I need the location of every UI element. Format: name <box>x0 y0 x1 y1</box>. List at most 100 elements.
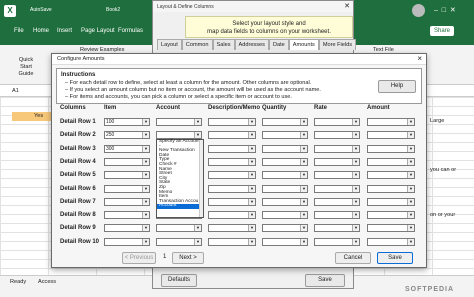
chevron-down-icon[interactable]: ▼ <box>142 238 149 245</box>
chevron-down-icon[interactable]: ▼ <box>248 145 255 152</box>
chevron-down-icon[interactable]: ▼ <box>142 172 149 179</box>
detail-row-7-quantity-combo[interactable]: ▼ <box>262 197 308 206</box>
chevron-down-icon[interactable]: ▼ <box>300 119 307 125</box>
detail-row-2-rate-combo[interactable]: ▼ <box>314 131 360 140</box>
chevron-down-icon[interactable]: ▼ <box>407 158 414 165</box>
detail-row-8-quantity-combo[interactable]: ▼ <box>262 211 308 220</box>
chevron-down-icon[interactable]: ▼ <box>407 225 414 232</box>
detail-row-6-amount-combo[interactable]: ▼ <box>367 184 415 193</box>
detail-row-5-quantity-combo[interactable]: ▼ <box>262 171 308 180</box>
chevron-down-icon[interactable]: ▼ <box>352 145 359 152</box>
chevron-down-icon[interactable]: ▼ <box>352 172 359 179</box>
detail-row-9-quantity-combo[interactable]: ▼ <box>262 224 308 233</box>
detail-row-3-rate-combo[interactable]: ▼ <box>314 144 360 153</box>
tab-more-fields[interactable]: More Fields <box>318 39 357 50</box>
tab-common[interactable]: Common <box>181 39 213 50</box>
close-icon[interactable]: × <box>417 54 422 63</box>
window-controls-icon[interactable]: – □ ✕ <box>434 6 456 14</box>
detail-row-10-rate-combo[interactable]: ▼ <box>314 237 360 246</box>
chevron-down-icon[interactable]: ▼ <box>300 198 307 205</box>
defaults-button[interactable]: Defaults <box>161 274 197 287</box>
chevron-down-icon[interactable]: ▼ <box>248 238 255 245</box>
tab-addresses[interactable]: Addresses <box>234 39 269 50</box>
chevron-down-icon[interactable]: ▼ <box>352 158 359 165</box>
chevron-down-icon[interactable]: ▼ <box>248 132 255 139</box>
detail-row-1-rate-combo[interactable]: ▼ <box>314 118 360 126</box>
detail-row-5-description-memo-combo[interactable]: ▼ <box>208 171 256 180</box>
chevron-down-icon[interactable]: ▼ <box>407 172 414 179</box>
detail-row-3-item-combo[interactable]: 300 ▼ <box>104 144 150 153</box>
chevron-down-icon[interactable]: ▼ <box>248 158 255 165</box>
help-button[interactable]: Help <box>378 80 416 93</box>
detail-row-8-description-memo-combo[interactable]: ▼ <box>208 211 256 220</box>
dropdown-option[interactable]: Specify an Account <box>157 139 203 145</box>
detail-row-2-amount-combo[interactable]: ▼ <box>367 131 415 140</box>
share-button[interactable]: Share <box>430 26 455 36</box>
save-button[interactable]: Save <box>377 252 413 264</box>
chevron-down-icon[interactable]: ▼ <box>142 158 149 165</box>
detail-row-1-item-combo[interactable]: 100 ▼ <box>104 118 150 126</box>
detail-row-3-quantity-combo[interactable]: ▼ <box>262 144 308 153</box>
chevron-down-icon[interactable]: ▼ <box>300 225 307 232</box>
chevron-down-icon[interactable]: ▼ <box>142 132 149 139</box>
detail-row-3-description-memo-combo[interactable]: ▼ <box>208 144 256 153</box>
tab-formulas[interactable]: Formulas <box>118 28 143 34</box>
chevron-down-icon[interactable]: ▼ <box>142 198 149 205</box>
detail-row-7-amount-combo[interactable]: ▼ <box>367 197 415 206</box>
detail-row-4-rate-combo[interactable]: ▼ <box>314 157 360 166</box>
detail-row-4-item-combo[interactable]: ▼ <box>104 157 150 166</box>
detail-row-10-account-combo[interactable]: ▼ <box>156 237 202 246</box>
detail-row-4-quantity-combo[interactable]: ▼ <box>262 157 308 166</box>
chevron-down-icon[interactable]: ▼ <box>248 172 255 179</box>
detail-row-10-item-combo[interactable]: ▼ <box>104 237 150 246</box>
detail-row-7-item-combo[interactable]: ▼ <box>104 197 150 206</box>
tab-insert[interactable]: Insert <box>57 28 72 34</box>
tab-sales[interactable]: Sales <box>212 39 235 50</box>
chevron-down-icon[interactable]: ▼ <box>352 185 359 192</box>
chevron-down-icon[interactable]: ▼ <box>300 158 307 165</box>
detail-row-5-amount-combo[interactable]: ▼ <box>367 171 415 180</box>
chevron-down-icon[interactable]: ▼ <box>300 185 307 192</box>
chevron-down-icon[interactable]: ▼ <box>407 185 414 192</box>
chevron-down-icon[interactable]: ▼ <box>142 185 149 192</box>
tab-layout[interactable]: Layout <box>157 39 182 50</box>
chevron-down-icon[interactable]: ▼ <box>194 225 201 232</box>
detail-row-4-description-memo-combo[interactable]: ▼ <box>208 157 256 166</box>
tab-home[interactable]: Home <box>33 28 49 34</box>
previous-button[interactable]: < Previous <box>122 252 156 264</box>
avatar[interactable] <box>412 4 425 17</box>
chevron-down-icon[interactable]: ▼ <box>407 119 414 125</box>
chevron-down-icon[interactable]: ▼ <box>142 145 149 152</box>
detail-row-2-description-memo-combo[interactable]: ▼ <box>208 131 256 140</box>
chevron-down-icon[interactable]: ▼ <box>142 212 149 219</box>
chevron-down-icon[interactable]: ▼ <box>194 238 201 245</box>
close-icon[interactable]: ✕ <box>344 2 350 10</box>
chevron-down-icon[interactable]: ▼ <box>352 212 359 219</box>
detail-row-2-quantity-combo[interactable]: ▼ <box>262 131 308 140</box>
autosave-label[interactable]: AutoSave <box>30 7 52 13</box>
detail-row-9-account-combo[interactable]: ▼ <box>156 224 202 233</box>
chevron-down-icon[interactable]: ▼ <box>300 132 307 139</box>
tab-page-layout[interactable]: Page Layout <box>81 28 115 34</box>
detail-row-8-item-combo[interactable]: ▼ <box>104 211 150 220</box>
chevron-down-icon[interactable]: ▼ <box>142 225 149 232</box>
detail-row-7-rate-combo[interactable]: ▼ <box>314 197 360 206</box>
quick-start-guide-button[interactable]: Quick Start Guide <box>14 57 38 78</box>
chevron-down-icon[interactable]: ▼ <box>248 225 255 232</box>
detail-row-10-description-memo-combo[interactable]: ▼ <box>208 237 256 246</box>
chevron-down-icon[interactable]: ▼ <box>300 145 307 152</box>
detail-row-9-amount-combo[interactable]: ▼ <box>367 224 415 233</box>
detail-row-8-rate-combo[interactable]: ▼ <box>314 211 360 220</box>
detail-row-1-description-memo-combo[interactable]: ▼ <box>208 118 256 126</box>
detail-row-1-account-combo[interactable]: ▼ <box>156 118 202 126</box>
chevron-down-icon[interactable]: ▼ <box>142 119 149 125</box>
dropdown-option[interactable]: Account <box>157 204 203 209</box>
detail-row-9-item-combo[interactable]: ▼ <box>104 224 150 233</box>
chevron-down-icon[interactable]: ▼ <box>300 212 307 219</box>
save-button[interactable]: Save <box>305 274 345 287</box>
account-dropdown-list[interactable]: Specify an Account - New Transaction Date Ty… <box>156 139 204 218</box>
tab-amounts[interactable]: Amounts <box>288 39 319 50</box>
tab-date[interactable]: Date <box>268 39 289 50</box>
detail-row-6-rate-combo[interactable]: ▼ <box>314 184 360 193</box>
detail-row-6-item-combo[interactable]: ▼ <box>104 184 150 193</box>
